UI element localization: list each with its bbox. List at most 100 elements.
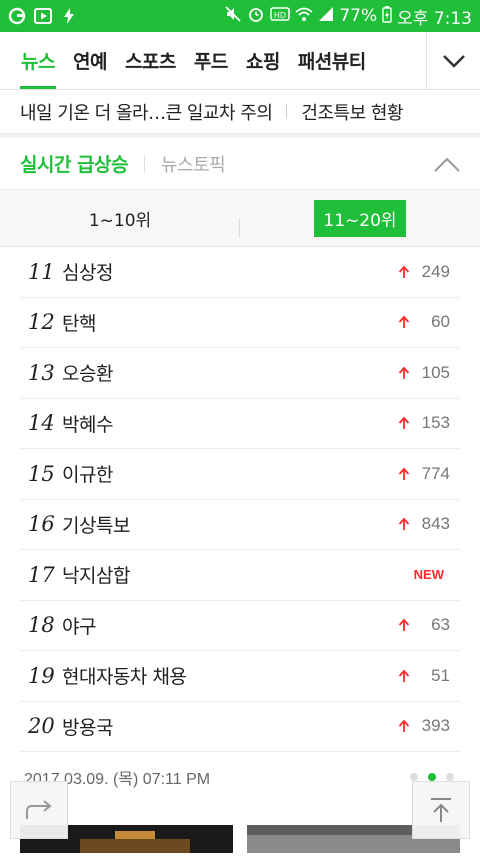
ranking-row[interactable]: 11심상정 249	[20, 247, 460, 298]
range-1-10-button[interactable]: 1~10위	[0, 206, 240, 231]
page-dot[interactable]	[410, 773, 418, 781]
list-footer: 2017.03.09. (목) 07:11 PM	[0, 752, 480, 802]
alarm-icon	[247, 5, 265, 27]
wifi-icon	[295, 6, 313, 26]
trending-keyword[interactable]: 심상정	[54, 258, 398, 285]
divider	[144, 156, 145, 172]
new-badge: NEW	[414, 567, 450, 582]
rank-change: 153	[398, 413, 460, 433]
news-topic-tab[interactable]: 뉴스토픽	[161, 151, 225, 177]
battery-percentage: 77%	[339, 6, 377, 26]
trending-keyword[interactable]: 야구	[54, 612, 398, 639]
change-count: 249	[420, 262, 450, 282]
change-count: 843	[420, 514, 450, 534]
status-bar: HD 77% 오후 7:13	[0, 0, 480, 32]
tab-sports[interactable]: 스포츠	[116, 32, 185, 89]
arrow-up-icon	[398, 265, 410, 279]
change-count: 153	[420, 413, 450, 433]
rank-change: 249	[398, 262, 460, 282]
headline-ticker: 내일 기온 더 올라…큰 일교차 주의 건조특보 현황	[0, 90, 480, 134]
rank-number: 12	[20, 310, 54, 334]
range-11-20-button[interactable]: 11~20위	[240, 200, 480, 237]
trending-keyword[interactable]: 기상특보	[54, 511, 398, 538]
change-count: 51	[420, 666, 450, 686]
arrow-up-icon	[398, 669, 410, 683]
battery-icon	[382, 5, 392, 27]
tab-entertainment[interactable]: 연예	[64, 32, 116, 89]
rank-change: 63	[398, 615, 460, 635]
ranking-row[interactable]: 16기상특보 843	[20, 500, 460, 551]
flash-icon	[60, 7, 78, 25]
ranking-list: 11심상정24912탄핵6013오승환10514박혜수15315이규한77416…	[0, 247, 480, 752]
change-count: 63	[420, 615, 450, 635]
arrow-up-icon	[398, 315, 410, 329]
headline-link-weather[interactable]: 내일 기온 더 올라…큰 일교차 주의	[20, 99, 272, 125]
chevron-up-icon	[432, 151, 462, 177]
arrow-up-icon	[398, 517, 410, 531]
svg-text:HD: HD	[274, 11, 286, 20]
range-11-20-label: 11~20위	[314, 200, 405, 237]
arrow-up-icon	[398, 719, 410, 733]
rank-change: 843	[398, 514, 460, 534]
rank-change: 105	[398, 363, 460, 383]
ranking-row[interactable]: 15이규한 774	[20, 449, 460, 500]
rank-range-toggle: 1~10위 11~20위	[0, 190, 480, 247]
rank-number: 11	[20, 260, 54, 284]
page-dot[interactable]	[446, 773, 454, 781]
realtime-trending-tab[interactable]: 실시간 급상승	[20, 150, 128, 177]
share-button[interactable]	[10, 781, 68, 839]
ranking-row[interactable]: 17낙지삼합NEW	[20, 550, 460, 601]
news-thumbnails	[20, 825, 460, 853]
change-count: 393	[420, 716, 450, 736]
ranking-row[interactable]: 13오승환105	[20, 348, 460, 399]
rank-change: 51	[398, 666, 460, 686]
share-icon	[23, 797, 55, 823]
trending-keyword[interactable]: 낙지삼합	[54, 561, 414, 588]
category-tabs: 뉴스 연예 스포츠 푸드 쇼핑 패션뷰티	[0, 32, 480, 90]
collapse-button[interactable]	[432, 151, 462, 177]
tab-fashion-beauty[interactable]: 패션뷰티	[289, 32, 375, 89]
arrow-up-icon	[398, 416, 410, 430]
rank-number: 15	[20, 462, 54, 486]
scroll-to-top-button[interactable]	[412, 781, 470, 839]
rank-change: 393	[398, 716, 460, 736]
rank-number: 18	[20, 613, 54, 637]
arrow-up-icon	[398, 618, 410, 632]
page-indicator	[410, 773, 454, 781]
ranking-row[interactable]: 20방용국 393	[20, 702, 460, 753]
chevron-down-icon	[442, 54, 466, 68]
rank-number: 17	[20, 563, 54, 587]
more-tabs-button[interactable]	[426, 32, 480, 89]
rank-number: 16	[20, 512, 54, 536]
hd-icon: HD	[270, 6, 290, 26]
rank-change: NEW	[414, 567, 460, 582]
ranking-row[interactable]: 12탄핵60	[20, 298, 460, 349]
trending-keyword[interactable]: 탄핵	[54, 309, 398, 336]
arrow-up-to-top-icon	[428, 796, 454, 824]
play-icon	[34, 7, 52, 25]
arrow-up-icon	[398, 366, 410, 380]
realtime-header: 실시간 급상승 뉴스토픽	[0, 138, 480, 190]
trending-keyword[interactable]: 방용국	[54, 713, 398, 740]
change-count: 105	[420, 363, 450, 383]
rank-number: 19	[20, 664, 54, 688]
rank-change: 774	[398, 464, 460, 484]
rank-number: 14	[20, 411, 54, 435]
tab-news[interactable]: 뉴스	[12, 32, 64, 89]
trending-keyword[interactable]: 박혜수	[54, 410, 398, 437]
trending-keyword[interactable]: 현대자동차 채용	[54, 662, 398, 689]
trending-keyword[interactable]: 이규한	[54, 460, 398, 487]
naver-app-icon	[8, 7, 26, 25]
tab-shopping[interactable]: 쇼핑	[237, 32, 289, 89]
ranking-row[interactable]: 18야구 63	[20, 601, 460, 652]
rank-number: 20	[20, 714, 54, 738]
arrow-up-icon	[398, 467, 410, 481]
page-dot-active[interactable]	[428, 773, 436, 781]
tab-food[interactable]: 푸드	[185, 32, 237, 89]
ranking-row[interactable]: 19현대자동차 채용 51	[20, 651, 460, 702]
trending-keyword[interactable]: 오승환	[54, 359, 398, 386]
ranking-row[interactable]: 14박혜수 153	[20, 399, 460, 450]
change-count: 774	[420, 464, 450, 484]
range-1-10-label: 1~10위	[89, 206, 151, 231]
headline-link-dry-advisory[interactable]: 건조특보 현황	[301, 99, 403, 125]
